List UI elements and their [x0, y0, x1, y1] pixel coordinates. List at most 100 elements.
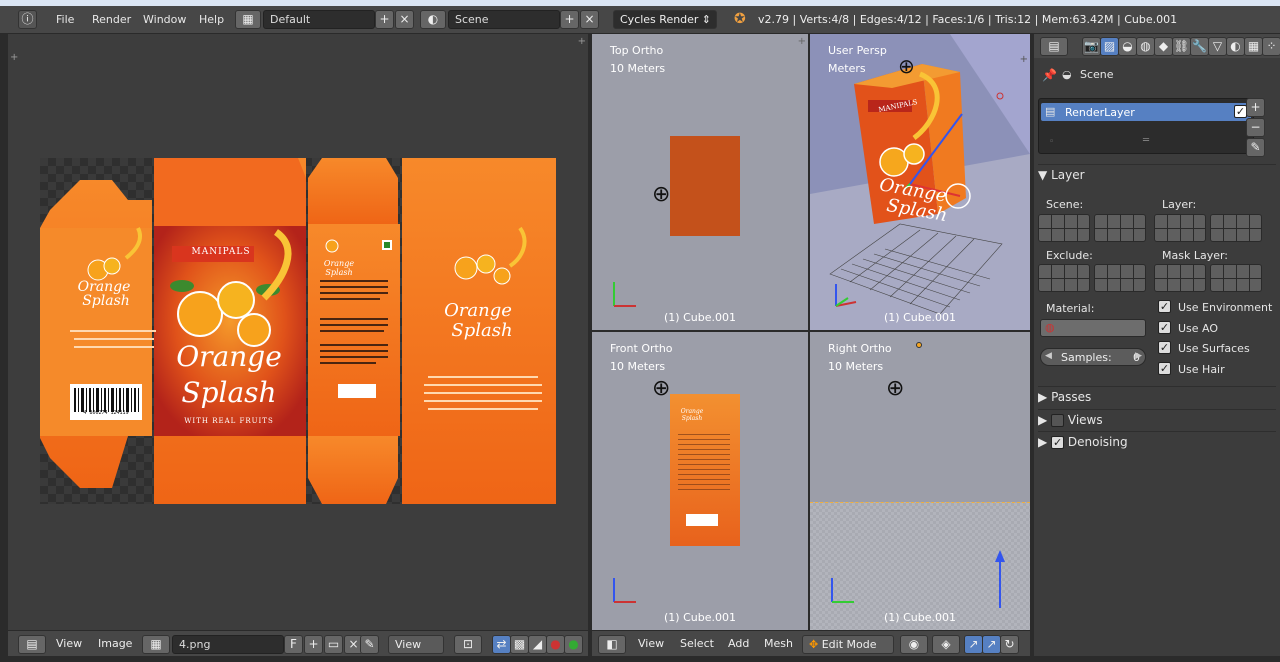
use-surfaces-checkbox[interactable]: ✓: [1158, 341, 1171, 354]
remove-render-layer-icon[interactable]: −: [1246, 118, 1265, 137]
render-layer-list[interactable]: ▤ RenderLayer ✓ ◦ ═: [1038, 98, 1254, 154]
uv-image-editor[interactable]: + + MANIPALS Orange Splash WITH REAL FRU…: [8, 34, 588, 630]
info-editor-type-button[interactable]: ⓘ: [18, 10, 37, 29]
display-red-icon[interactable]: ●: [546, 635, 565, 654]
light-icon[interactable]: [916, 342, 922, 348]
menu-render[interactable]: Render: [92, 13, 131, 26]
modifiers-tab-icon[interactable]: 🔧: [1190, 37, 1209, 56]
translate-icon[interactable]: ↗: [982, 635, 1001, 654]
checker-icon[interactable]: ▩: [510, 635, 529, 654]
denoising-checkbox[interactable]: ✓: [1051, 436, 1065, 449]
material-override-field[interactable]: ◍: [1040, 319, 1146, 337]
object-tab-icon[interactable]: ◆: [1154, 37, 1173, 56]
viewport-shading-icon[interactable]: ◉: [900, 635, 928, 654]
render-layers-grid-b[interactable]: [1210, 214, 1262, 242]
scene-tab-icon[interactable]: ◒: [1118, 37, 1137, 56]
edge-icon[interactable]: ◢: [528, 635, 547, 654]
render-layer-item[interactable]: ▤ RenderLayer ✓: [1041, 103, 1251, 121]
layout-field[interactable]: Default: [263, 10, 375, 29]
views-panel-header[interactable]: ▶ Views: [1038, 409, 1276, 429]
editor-type-properties-icon[interactable]: ▤: [1040, 37, 1068, 56]
particles-tab-icon[interactable]: ⁘: [1262, 37, 1280, 56]
decrement-icon[interactable]: ◀: [1045, 351, 1052, 361]
3d-cursor-icon[interactable]: ⊕: [898, 54, 915, 78]
constraints-tab-icon[interactable]: ⛓: [1172, 37, 1191, 56]
list-resize-handle[interactable]: ═: [1143, 135, 1149, 146]
view-mode-dropdown[interactable]: View: [388, 635, 444, 654]
region-toggle-icon[interactable]: +: [10, 52, 18, 63]
mask-layer-grid-b[interactable]: [1210, 264, 1262, 292]
scene-layers-grid-a[interactable]: [1038, 214, 1090, 242]
scene-layers-grid-b[interactable]: [1094, 214, 1146, 242]
use-hair-checkbox[interactable]: ✓: [1158, 362, 1171, 375]
viewport-user-persp[interactable]: User Persp Meters MANIPALS Orange Splash …: [810, 34, 1030, 330]
mode-dropdown[interactable]: ✥ Edit Mode: [802, 635, 894, 654]
render-layer-name[interactable]: RenderLayer: [1065, 106, 1135, 119]
fake-user-button[interactable]: F: [284, 635, 303, 654]
pivot-icon[interactable]: ⊡: [454, 635, 482, 654]
new-image-icon[interactable]: +: [304, 635, 323, 654]
exclude-grid-a[interactable]: [1038, 264, 1090, 292]
menu-image[interactable]: Image: [98, 637, 132, 650]
editor-type-image-icon[interactable]: ▤: [18, 635, 46, 654]
open-image-icon[interactable]: ▭: [324, 635, 343, 654]
menu-view[interactable]: View: [56, 637, 82, 650]
menu-mesh[interactable]: Mesh: [764, 637, 793, 650]
image-browse-icon[interactable]: ▦: [142, 635, 170, 654]
render-layers-grid-a[interactable]: [1154, 214, 1206, 242]
mask-layer-grid-a[interactable]: [1154, 264, 1206, 292]
data-tab-icon[interactable]: ▽: [1208, 37, 1227, 56]
menu-select[interactable]: Select: [680, 637, 714, 650]
render-tab-icon[interactable]: 📷: [1082, 37, 1101, 56]
exclude-grid-b[interactable]: [1094, 264, 1146, 292]
pin-icon[interactable]: ✎: [360, 635, 379, 654]
use-environment-checkbox[interactable]: ✓: [1158, 300, 1171, 313]
scene-field[interactable]: Scene: [448, 10, 560, 29]
material-icon: ◍: [1045, 321, 1055, 334]
layout-browse-icon[interactable]: ▦: [235, 10, 261, 29]
viewport-front-ortho[interactable]: Front Ortho 10 Meters Orange Splash ⊕ (1)…: [592, 332, 808, 630]
menu-add[interactable]: Add: [728, 637, 749, 650]
3d-cursor-icon[interactable]: ⊕: [652, 182, 670, 207]
pivot-point-icon[interactable]: ◈: [932, 635, 960, 654]
increment-icon[interactable]: ▶: [1135, 351, 1142, 361]
render-engine-dropdown[interactable]: Cycles Render ⇕: [613, 10, 717, 29]
add-render-layer-icon[interactable]: +: [1246, 98, 1265, 117]
samples-field[interactable]: ◀ Samples: 0 ▶: [1040, 348, 1146, 366]
add-layout-icon[interactable]: +: [375, 10, 394, 29]
image-name-field[interactable]: 4.png: [172, 635, 284, 654]
rotate-icon[interactable]: ↻: [1000, 635, 1019, 654]
display-green-icon[interactable]: ●: [564, 635, 583, 654]
passes-panel-header[interactable]: ▶ Passes: [1038, 386, 1276, 406]
add-scene-icon[interactable]: +: [560, 10, 579, 29]
menu-window[interactable]: Window: [143, 13, 186, 26]
editor-type-3d-icon[interactable]: ◧: [598, 635, 626, 654]
cube-top-view[interactable]: [670, 136, 740, 236]
menu-file[interactable]: File: [56, 13, 74, 26]
menu-help[interactable]: Help: [199, 13, 224, 26]
render-layers-tab-icon[interactable]: ▨: [1100, 37, 1119, 56]
area-split-icon[interactable]: +: [798, 36, 806, 47]
pin-icon[interactable]: 📌: [1042, 68, 1057, 82]
3d-cursor-icon[interactable]: ⊕: [886, 376, 904, 401]
manipulator-icon[interactable]: ↗: [964, 635, 983, 654]
scene-browse-icon[interactable]: ◐: [420, 10, 446, 29]
use-ao-checkbox[interactable]: ✓: [1158, 321, 1171, 334]
uv-sync-icon[interactable]: ⇄: [492, 635, 511, 654]
views-checkbox[interactable]: [1051, 414, 1065, 427]
menu-view[interactable]: View: [638, 637, 664, 650]
denoising-panel-header[interactable]: ▶ ✓ Denoising: [1038, 431, 1276, 451]
viewport-top-ortho[interactable]: Top Ortho 10 Meters ⊕ (1) Cube.001 +: [592, 34, 808, 330]
material-tab-icon[interactable]: ◐: [1226, 37, 1245, 56]
layer-panel-header[interactable]: ▼ Layer: [1038, 164, 1276, 184]
pin-render-layer-icon[interactable]: ✎: [1246, 138, 1265, 157]
delete-scene-icon[interactable]: ×: [580, 10, 599, 29]
3d-cursor-icon[interactable]: ⊕: [652, 376, 670, 401]
texture-tab-icon[interactable]: ▦: [1244, 37, 1263, 56]
region-toggle-icon[interactable]: +: [1020, 54, 1028, 65]
area-split-icon[interactable]: +: [578, 36, 586, 47]
viewport-right-ortho[interactable]: Right Ortho 10 Meters ⊕ (1) Cube.001: [810, 332, 1030, 630]
world-tab-icon[interactable]: ◍: [1136, 37, 1155, 56]
list-filter-icon[interactable]: ◦: [1049, 137, 1054, 147]
delete-layout-icon[interactable]: ×: [395, 10, 414, 29]
